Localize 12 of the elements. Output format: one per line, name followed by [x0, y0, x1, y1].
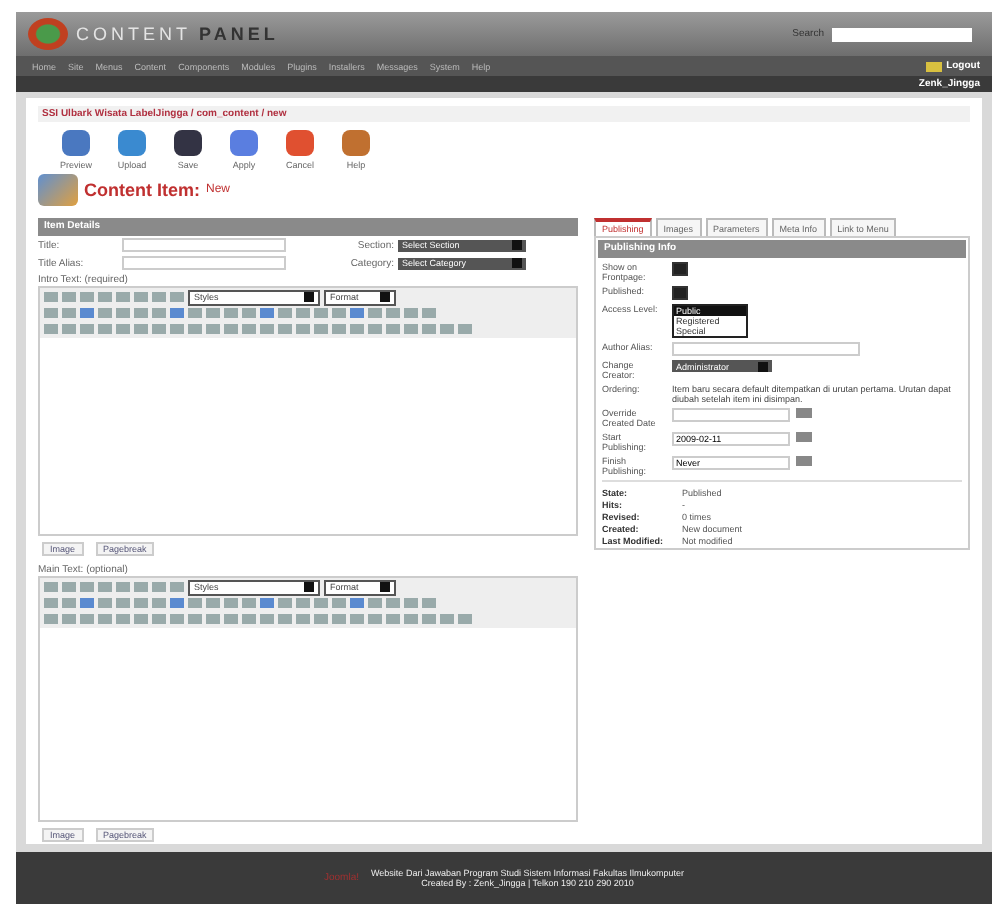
logo-text: PANEL	[199, 24, 279, 44]
logo-icon	[28, 18, 68, 50]
author-alias-field[interactable]	[672, 342, 860, 356]
checkbox[interactable]	[672, 262, 688, 276]
page-title: Content Item:	[84, 180, 200, 200]
search-field[interactable]	[832, 27, 972, 41]
checkbox[interactable]	[672, 286, 688, 300]
logo-text: CONTENT	[76, 24, 191, 44]
alias-field[interactable]	[122, 256, 286, 270]
date-field[interactable]	[672, 408, 790, 422]
mail-icon[interactable]	[926, 61, 943, 71]
title-field[interactable]	[122, 238, 286, 252]
